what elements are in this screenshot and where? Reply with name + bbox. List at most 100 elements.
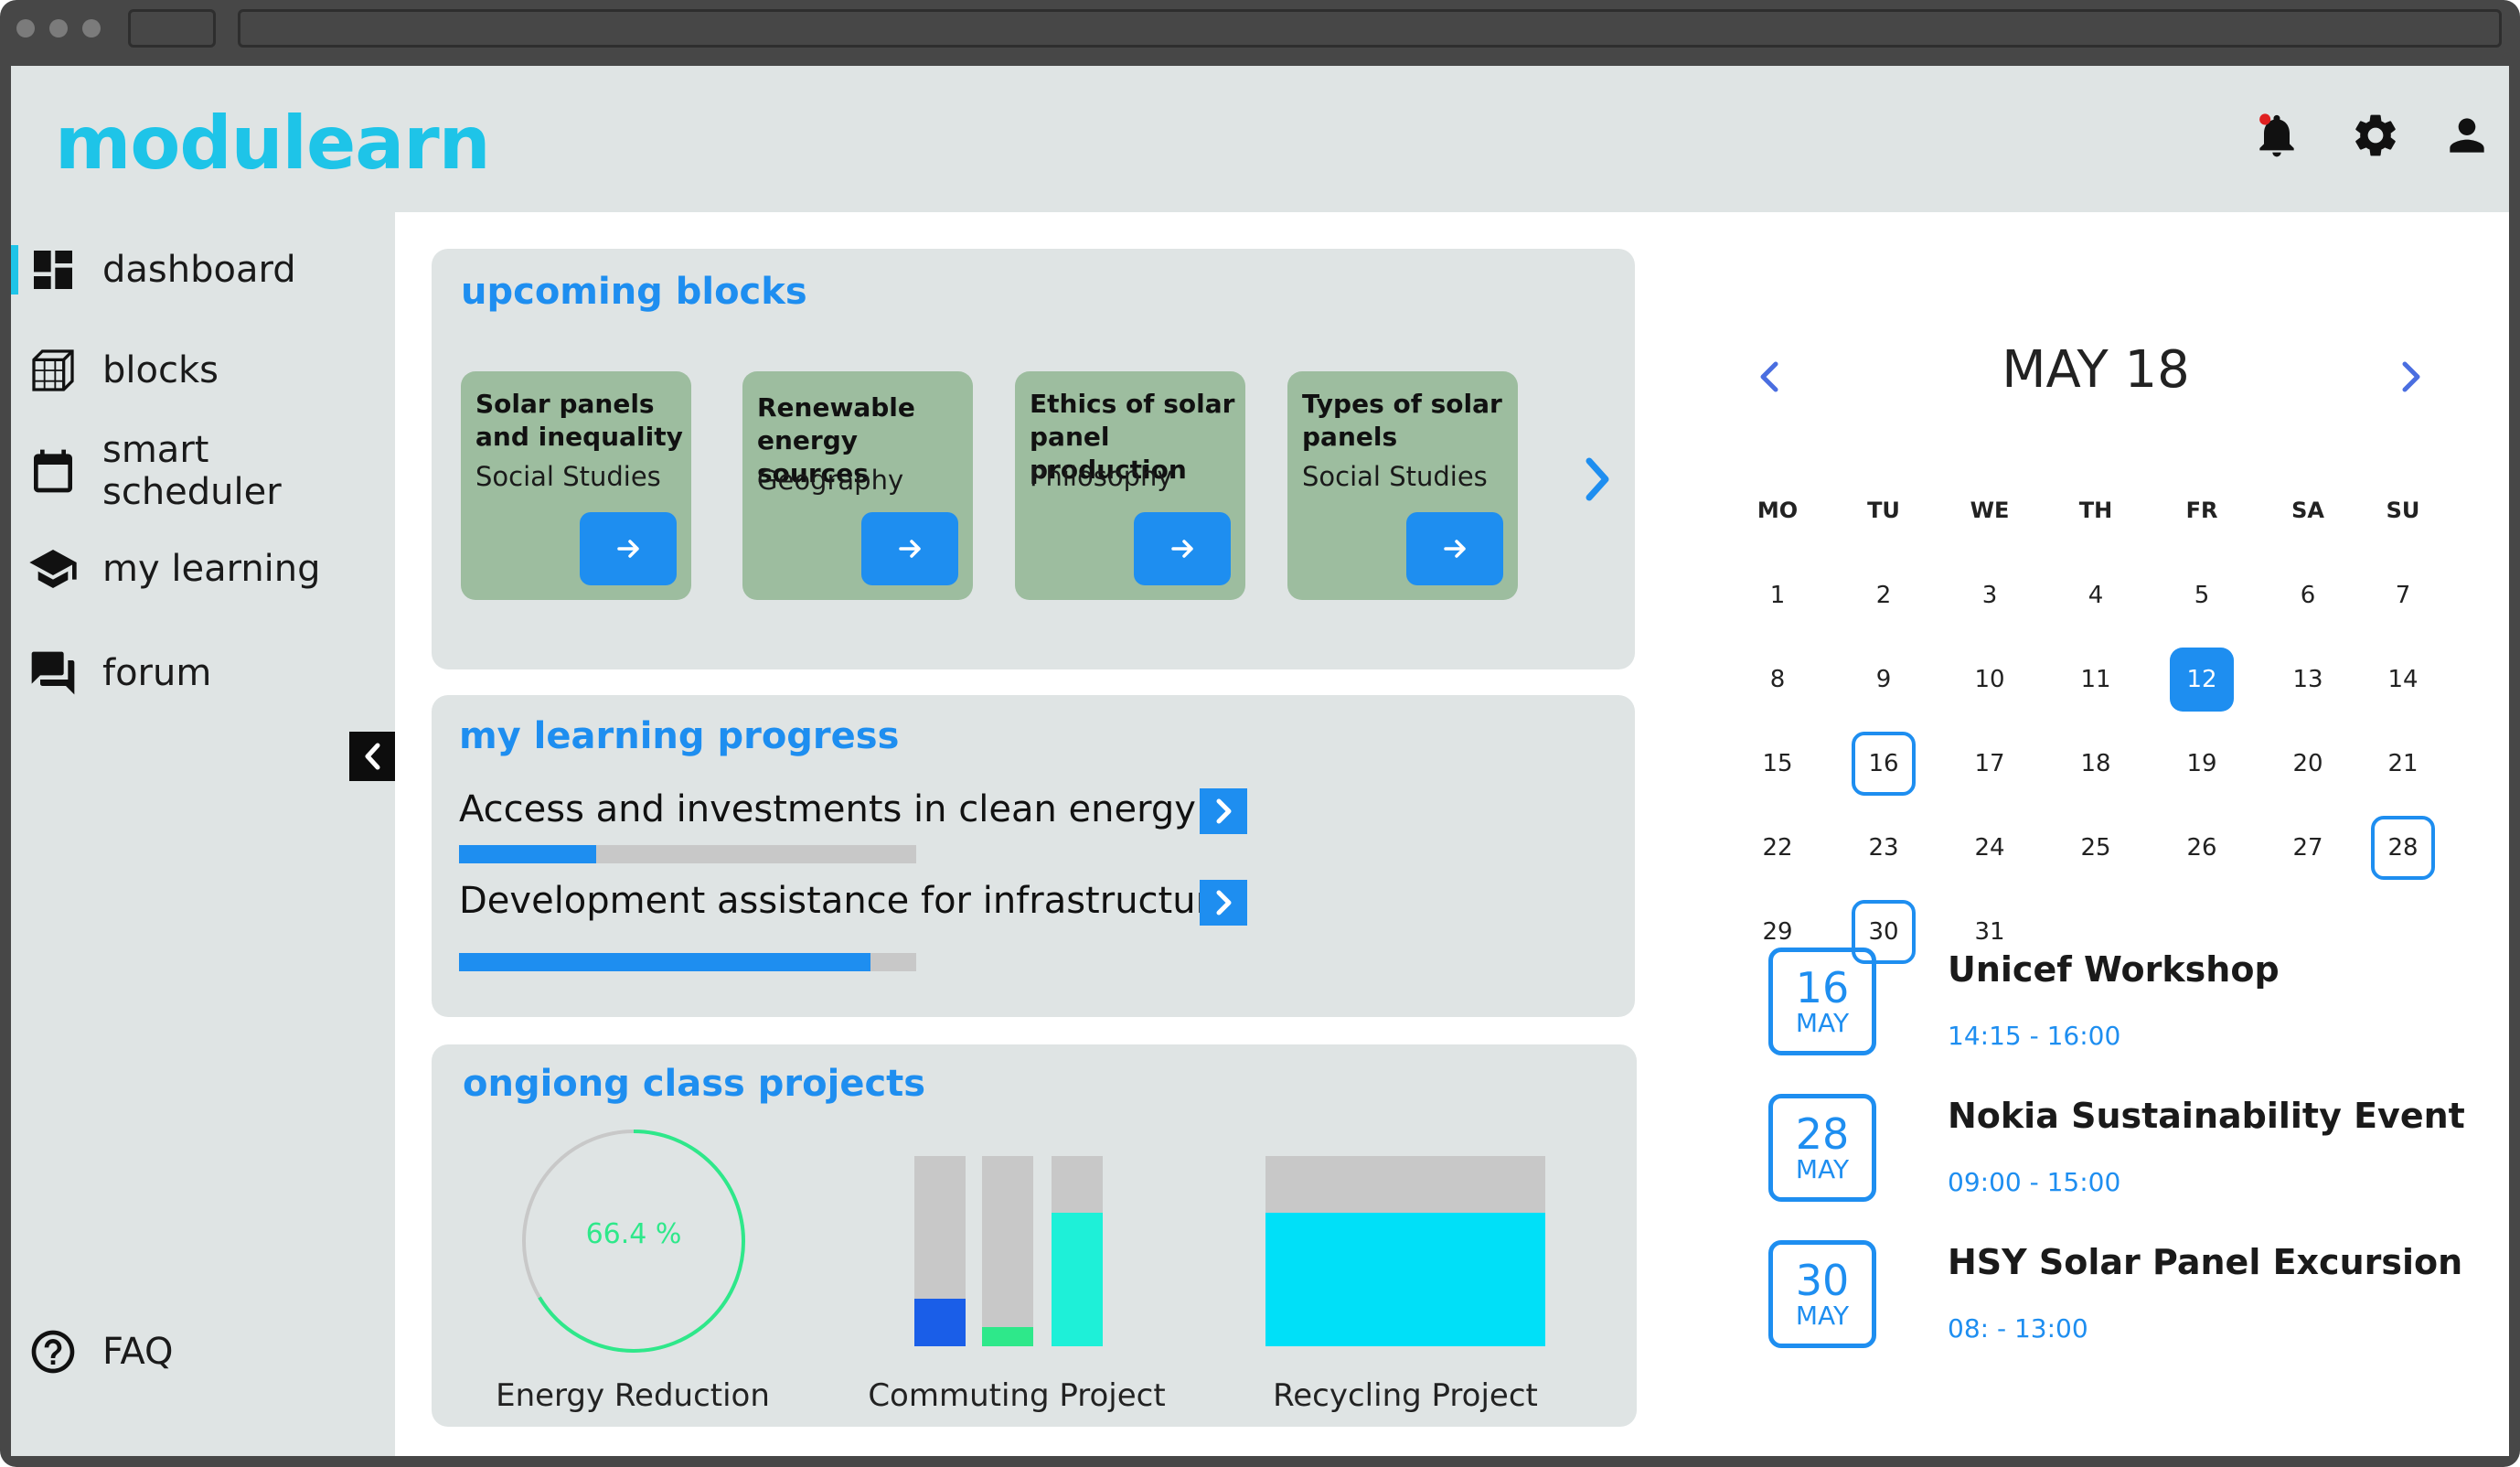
sidebar-item-label: FAQ [102,1331,174,1373]
project-label: Recycling Project [1273,1377,1538,1414]
weekday-label: SA [2291,498,2324,523]
calendar-next-button[interactable] [2392,357,2429,397]
event-title[interactable]: HSY Solar Panel Excursion [1948,1242,2462,1282]
event-title[interactable]: Nokia Sustainability Event [1948,1096,2465,1136]
calendar-day[interactable]: 23 [1852,816,1916,880]
open-block-button[interactable] [861,512,958,585]
address-bar[interactable] [238,9,2502,48]
sidebar-collapse-button[interactable] [349,732,397,781]
event-day: 16 [1795,963,1850,1012]
block-card[interactable]: Ethics of solar panel production Philoso… [1015,371,1245,600]
block-card[interactable]: Types of solar panels Social Studies [1287,371,1518,600]
sidebar-item-my-learning[interactable]: my learning [11,532,395,605]
calendar-day[interactable]: 19 [2170,732,2234,796]
calendar-day[interactable]: 15 [1746,732,1810,796]
sidebar-item-label: smart scheduler [102,429,282,513]
calendar-day[interactable]: 8 [1746,648,1810,712]
calendar-day[interactable]: 20 [2276,732,2340,796]
open-progress-button[interactable] [1200,788,1247,834]
calendar-day[interactable]: 4 [2064,563,2128,627]
sidebar-item-blocks[interactable]: blocks [11,334,395,407]
window-maximize-dot[interactable] [82,19,101,37]
browser-tab[interactable] [128,9,216,48]
calendar-day[interactable]: 18 [2064,732,2128,796]
calendar-prev-button[interactable] [1752,357,1789,397]
upcoming-blocks-card: upcoming blocks Solar panels and inequal… [432,249,1635,669]
app-logo[interactable]: modulearn [55,101,491,186]
calendar-day[interactable]: 5 [2170,563,2234,627]
block-card[interactable]: Renewable energy sources Geography [742,371,973,600]
recycling-project-bar[interactable] [1265,1156,1545,1346]
sidebar-item-forum[interactable]: forum [11,637,395,710]
commuting-bar-fill [1052,1213,1103,1346]
sidebar-item-faq[interactable]: FAQ [11,1315,395,1388]
block-title: Types of solar panels [1302,389,1502,452]
sidebar-item-label: forum [102,652,212,694]
progress-bar [459,953,916,971]
calendar-day[interactable]: 10 [1958,648,2022,712]
calendar-day[interactable]: 16 [1852,732,1916,796]
energy-reduction-ring[interactable]: 66.4 % [519,1127,748,1355]
event-time: 14:15 - 16:00 [1948,1021,2121,1051]
calendar-day[interactable]: 9 [1852,648,1916,712]
block-card[interactable]: Solar panels and inequality Social Studi… [461,371,691,600]
calendar-day[interactable]: 22 [1746,816,1810,880]
notification-bell-icon[interactable] [2251,110,2302,161]
commuting-bar [914,1156,966,1346]
chevron-left-icon [365,743,380,770]
calendar-day[interactable]: 13 [2276,648,2340,712]
window-close-dot[interactable] [16,19,35,37]
calendar-day[interactable]: 7 [2371,563,2435,627]
calendar-day[interactable]: 1 [1746,563,1810,627]
chevron-right-icon [1216,798,1232,824]
block-subject: Geography [757,465,904,496]
calendar-day[interactable]: 12 [2170,648,2234,712]
chevron-right-icon [2402,361,2420,392]
next-blocks-button[interactable] [1573,452,1618,507]
event-date-badge[interactable]: 28 MAY [1768,1094,1876,1202]
event-month: MAY [1795,1008,1850,1038]
card-title: my learning progress [459,715,900,757]
app-window: modulearn dashboard blocks smart schedul… [11,66,2509,1456]
calendar-day[interactable]: 27 [2276,816,2340,880]
open-progress-button[interactable] [1200,880,1247,926]
calendar-day[interactable]: 26 [2170,816,2234,880]
calendar-day[interactable]: 6 [2276,563,2340,627]
calendar-day[interactable]: 28 [2371,816,2435,880]
sidebar-item-smart-scheduler[interactable]: smart scheduler [11,429,395,513]
progress-item-label: Access and investments in clean energy [459,788,1196,830]
help-circle-icon [27,1326,79,1377]
event-date-badge[interactable]: 16 MAY [1768,948,1876,1055]
sidebar-item-dashboard[interactable]: dashboard [11,233,395,306]
weekday-label: TU [1867,498,1900,523]
calendar-day[interactable]: 17 [1958,732,2022,796]
block-subject: Social Studies [475,461,661,492]
calendar-day[interactable]: 2 [1852,563,1916,627]
weekday-label: MO [1757,498,1799,523]
block-subject: Social Studies [1302,461,1488,492]
event-time: 08: - 13:00 [1948,1313,2088,1344]
cube-icon [27,345,79,396]
project-label: Energy Reduction [496,1377,770,1414]
calendar-day[interactable]: 21 [2371,732,2435,796]
open-block-button[interactable] [1134,512,1231,585]
open-block-button[interactable] [580,512,677,585]
recycling-bar-fill [1265,1213,1545,1346]
open-block-button[interactable] [1406,512,1503,585]
user-icon[interactable] [2441,110,2493,161]
calendar-day[interactable]: 25 [2064,816,2128,880]
event-title[interactable]: Unicef Workshop [1948,949,2280,990]
event-date-badge[interactable]: 30 MAY [1768,1240,1876,1348]
calendar-day[interactable]: 14 [2371,648,2435,712]
commuting-bar-fill [914,1299,966,1346]
window-minimize-dot[interactable] [49,19,68,37]
arrow-right-icon [899,540,921,558]
calendar-day[interactable]: 3 [1958,563,2022,627]
calendar-day[interactable]: 11 [2064,648,2128,712]
calendar-day[interactable]: 24 [1958,816,2022,880]
event-day: 28 [1795,1109,1850,1159]
learning-progress-card: my learning progress Access and investme… [432,695,1635,1017]
block-title: Solar panels and inequality [475,389,683,452]
chevron-right-icon [1586,457,1609,501]
gear-icon[interactable] [2350,110,2401,161]
